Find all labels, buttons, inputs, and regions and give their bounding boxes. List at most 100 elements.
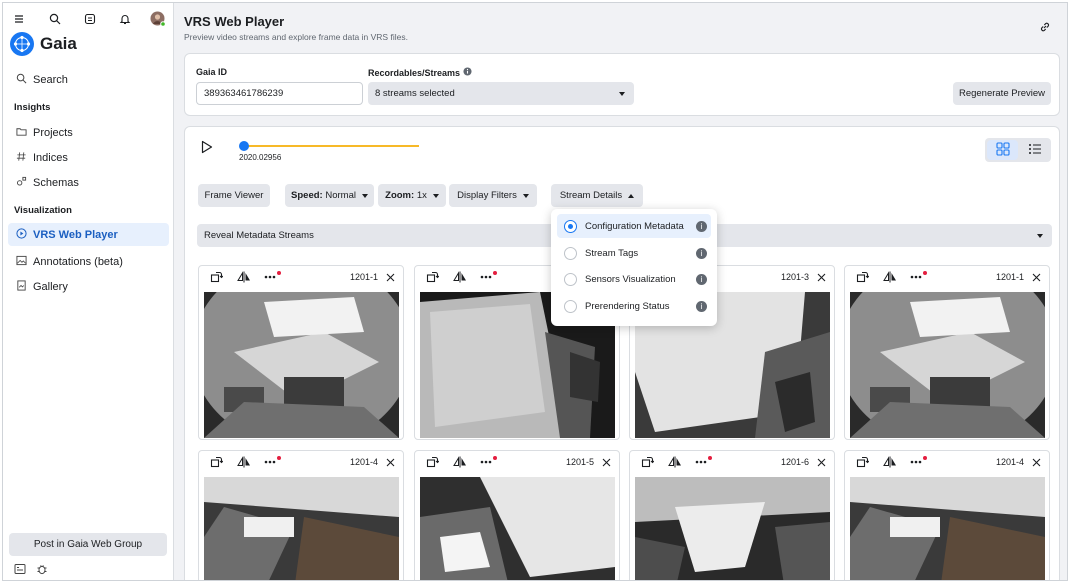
radio-unselected[interactable] [564,246,577,260]
streams-select[interactable]: 8 streams selected [368,82,634,105]
menu-item-stream-tags[interactable]: Stream Tags i [557,241,711,265]
rotate-icon[interactable] [855,271,869,283]
speed-select[interactable]: Speed: Normal [285,184,374,207]
sidebar-item-search[interactable]: Search [8,69,169,91]
timeline-scrubber[interactable] [239,141,249,151]
menu-item-sensors-visualization[interactable]: Sensors Visualization i [557,267,711,291]
radio-selected[interactable] [564,219,577,233]
bell-icon[interactable] [117,11,133,27]
chevron-up-icon [628,193,635,198]
frame-viewer-button[interactable]: Frame Viewer [198,184,270,207]
radio-unselected[interactable] [564,272,577,286]
rotate-icon[interactable] [425,456,439,468]
link-icon[interactable] [1039,21,1051,36]
zoom-select[interactable]: Zoom: 1x [378,184,446,207]
flip-horizontal-icon[interactable] [883,456,897,468]
sidebar-item-projects[interactable]: Projects [8,122,169,144]
sidebar-item-schemas[interactable]: Schemas [8,172,169,194]
keyboard-shortcuts-icon[interactable] [14,563,26,578]
menu-item-label: Stream Tags [585,247,639,259]
query-card: Gaia ID 389363461786239 Recordables/Stre… [184,53,1060,116]
more-options-icon[interactable] [909,271,923,283]
flip-horizontal-icon[interactable] [883,271,897,283]
calendar-icon[interactable] [82,11,98,27]
stream-frame[interactable] [635,477,830,580]
stream-frame[interactable] [850,477,1045,580]
close-icon[interactable] [1029,271,1043,283]
close-icon[interactable] [1029,456,1043,468]
close-icon[interactable] [814,456,828,468]
info-icon[interactable]: i [696,247,707,259]
menu-item-prerendering-status[interactable]: Prerendering Status i [557,294,711,318]
flip-horizontal-icon[interactable] [453,456,467,468]
sidebar-item-indices[interactable]: Indices [8,147,169,169]
info-icon[interactable]: i [696,220,707,232]
play-icon[interactable] [201,140,213,157]
sidebar-item-annotations[interactable]: Annotations (beta) [8,251,169,273]
stream-frame[interactable] [850,292,1045,438]
sidebar-item-gallery[interactable]: Gallery [8,276,169,298]
chevron-down-icon [1037,233,1043,238]
image-annotate-icon [16,255,27,269]
menu-icon[interactable] [11,11,27,27]
close-icon[interactable] [814,271,828,283]
close-icon[interactable] [599,456,613,468]
page-subtitle: Preview video streams and explore frame … [184,32,408,42]
zoom-value: 1x [416,190,427,201]
more-options-icon[interactable] [263,271,277,283]
info-icon[interactable]: i [696,300,707,312]
more-options-icon[interactable] [909,456,923,468]
list-icon [1028,142,1042,159]
rotate-icon[interactable] [209,456,223,468]
section-heading-visualization: Visualization [14,205,72,216]
timeline-track[interactable] [244,145,419,147]
flip-horizontal-icon[interactable] [237,456,251,468]
flip-horizontal-icon[interactable] [453,271,467,283]
rotate-icon[interactable] [425,271,439,283]
zoom-label: Zoom: [385,190,415,201]
stream-frame[interactable] [204,477,399,580]
stream-name: 1201-5 [565,457,594,467]
close-icon[interactable] [383,456,397,468]
display-filters-select[interactable]: Display Filters [449,184,537,207]
app-logo[interactable]: Gaia [10,32,77,56]
menu-item-configuration-metadata[interactable]: Configuration Metadata i [557,214,711,238]
info-icon[interactable] [463,67,472,78]
view-toggle [985,138,1051,162]
avatar[interactable] [150,11,166,27]
display-filters-label: Display Filters [457,190,517,201]
list-view-button[interactable] [1019,140,1050,160]
more-options-icon[interactable] [263,456,277,468]
more-options-icon[interactable] [479,271,493,283]
stream-frame[interactable] [204,292,399,438]
flip-horizontal-icon[interactable] [237,271,251,283]
grid-view-button[interactable] [987,140,1018,160]
sidebar-item-vrs-web-player[interactable]: VRS Web Player [8,223,169,246]
gaia-logo-icon [10,32,34,56]
stream-name: 1201-1 [349,272,378,282]
post-in-group-button[interactable]: Post in Gaia Web Group [9,533,167,556]
grid-icon [995,141,1010,159]
bug-report-icon[interactable] [36,563,48,578]
close-icon[interactable] [383,271,397,283]
tile-header: 1201-1 [845,266,1049,288]
more-options-icon[interactable] [479,456,493,468]
tile-header: 1201-6 [630,451,834,473]
stream-details-button[interactable]: Stream Details [551,184,643,207]
folder-icon [16,126,27,140]
gaia-id-input[interactable]: 389363461786239 [196,82,363,105]
rotate-icon[interactable] [855,456,869,468]
gallery-icon [16,280,27,294]
more-options-icon[interactable] [694,456,708,468]
flip-horizontal-icon[interactable] [668,456,682,468]
stream-frame[interactable] [420,477,615,580]
radio-unselected[interactable] [564,299,577,313]
regenerate-preview-button[interactable]: Regenerate Preview [953,82,1051,105]
stream-tile: 1201-4 [844,450,1050,580]
info-icon[interactable]: i [696,273,707,285]
search-icon[interactable] [47,11,63,27]
reveal-metadata-label: Reveal Metadata Streams [204,230,314,241]
rotate-icon[interactable] [209,271,223,283]
rotate-icon[interactable] [640,456,654,468]
stream-details-label: Stream Details [559,190,623,201]
